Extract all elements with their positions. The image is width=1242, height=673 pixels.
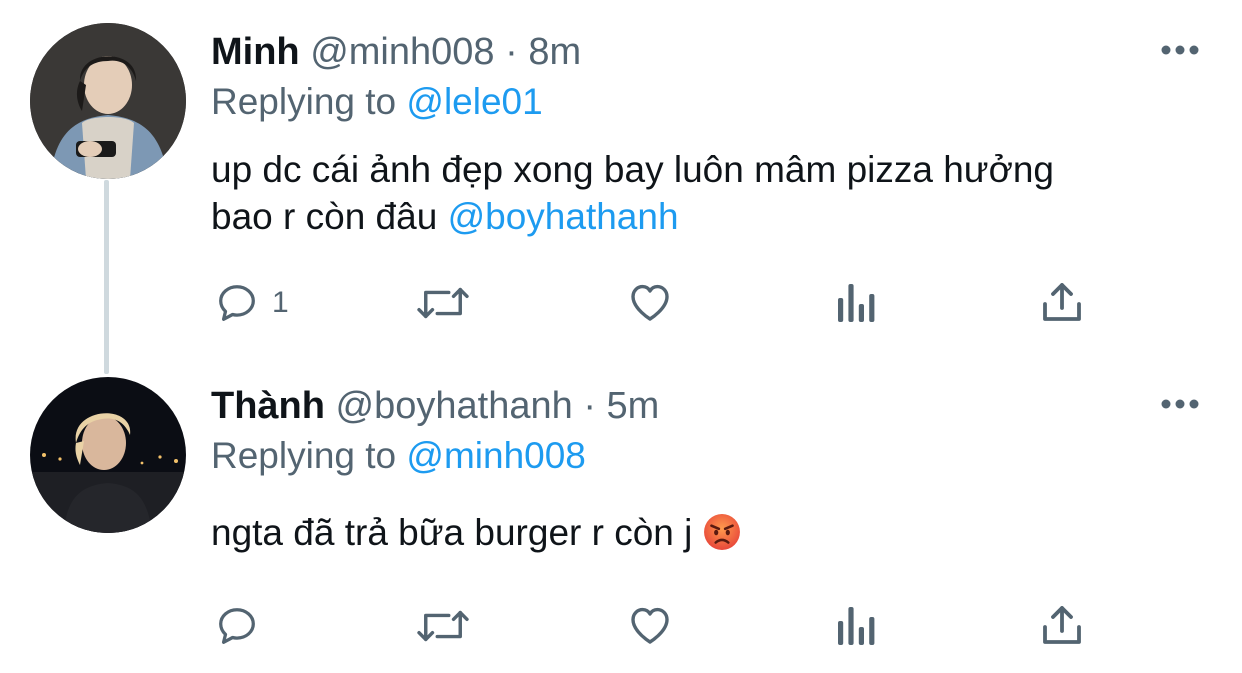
timestamp[interactable]: · 8m — [505, 31, 581, 73]
retweet-icon — [417, 287, 469, 319]
replying-to-label: Replying to — [211, 81, 397, 122]
heart-icon — [631, 607, 669, 644]
tweet-text: ngta đã trả bữa burger r còn j — [211, 509, 741, 556]
retweet-icon — [417, 610, 469, 642]
tweet-text-line: bao r còn đâu @boyhathanh — [211, 193, 1054, 240]
share-button[interactable] — [1040, 280, 1084, 324]
replying-to: Replying to @lele01 — [211, 80, 543, 124]
reply-icon — [219, 608, 255, 644]
replying-to-link[interactable]: @minh008 — [406, 435, 586, 476]
like-button[interactable] — [626, 601, 674, 649]
share-icon — [1043, 606, 1081, 644]
reply-count: 1 — [272, 286, 289, 319]
share-button[interactable] — [1040, 603, 1084, 647]
analytics-icon — [838, 284, 875, 322]
replying-to-label: Replying to — [211, 435, 397, 476]
analytics-icon — [838, 607, 875, 645]
reply-icon — [219, 285, 255, 321]
analytics-button[interactable] — [834, 605, 878, 647]
more-options-icon[interactable] — [1160, 398, 1200, 410]
reply-button[interactable] — [214, 603, 260, 649]
more-options-icon[interactable] — [1160, 44, 1200, 56]
share-icon — [1043, 283, 1081, 321]
avatar[interactable] — [30, 377, 186, 533]
angry-face-icon — [703, 514, 740, 550]
display-name[interactable]: Minh — [211, 31, 300, 73]
retweet-button[interactable] — [414, 280, 472, 326]
tweet-text-segment: ngta đã trả bữa burger r còn j — [211, 512, 693, 553]
tweet-text: up dc cái ảnh đẹp xong bay luôn mâm pizz… — [211, 146, 1054, 240]
thread-connector-line — [104, 180, 109, 374]
reply-button[interactable]: 1 — [214, 280, 289, 326]
mention-link[interactable]: @boyhathanh — [448, 196, 679, 237]
heart-icon — [631, 284, 669, 321]
replying-to-link[interactable]: @lele01 — [406, 81, 542, 122]
tweet-text-segment: bao r còn đâu — [211, 196, 438, 237]
timestamp[interactable]: · 5m — [583, 385, 659, 427]
tweet-text-line: up dc cái ảnh đẹp xong bay luôn mâm pizz… — [211, 149, 1054, 190]
user-handle[interactable]: @minh008 — [310, 31, 494, 73]
retweet-button[interactable] — [414, 603, 472, 649]
avatar-photo — [30, 23, 186, 179]
tweet-header: Minh @minh008 · 8m — [211, 30, 581, 74]
replying-to: Replying to @minh008 — [211, 434, 586, 478]
analytics-button[interactable] — [834, 282, 878, 324]
tweet-header: Thành @boyhathanh · 5m — [211, 384, 659, 428]
avatar[interactable] — [30, 23, 186, 179]
avatar-photo — [30, 377, 186, 533]
user-handle[interactable]: @boyhathanh — [336, 385, 573, 427]
like-button[interactable] — [626, 278, 674, 326]
display-name[interactable]: Thành — [211, 385, 325, 427]
